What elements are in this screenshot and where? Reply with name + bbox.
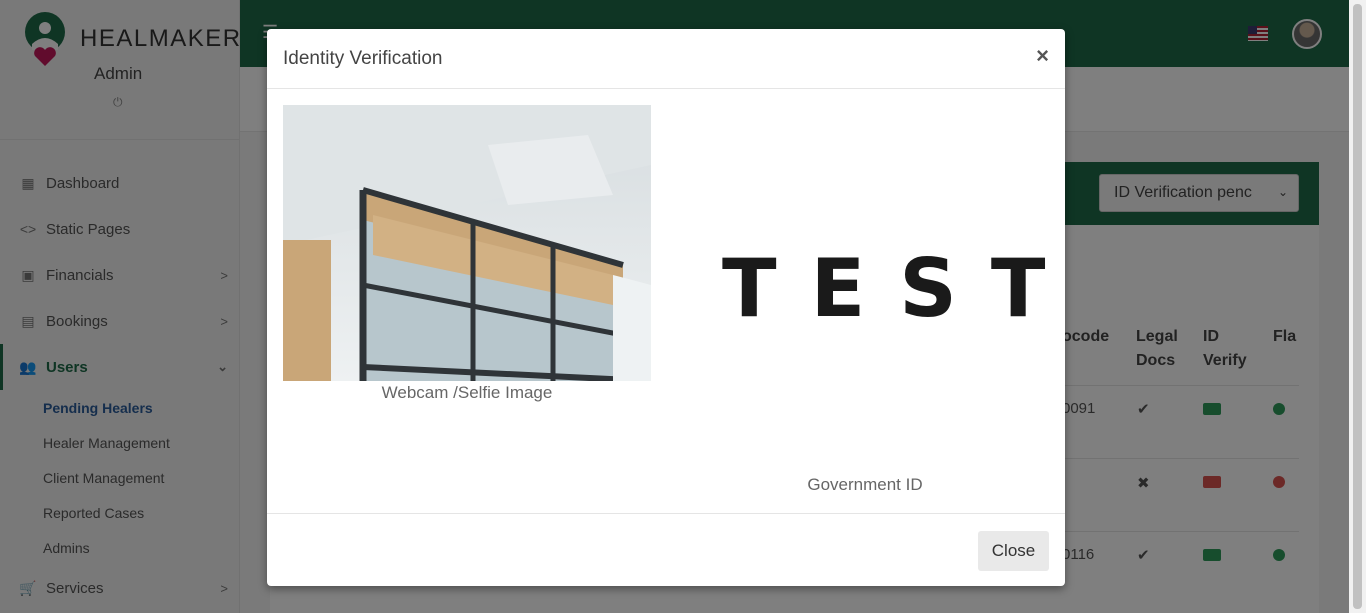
close-button[interactable]: Close [978, 531, 1049, 571]
scrollbar-thumb[interactable] [1353, 4, 1362, 609]
government-id-text: TEST [722, 242, 1080, 335]
government-id-caption: Government ID [807, 475, 923, 494]
page-scrollbar[interactable] [1349, 0, 1366, 613]
selfie-caption: Webcam /Selfie Image [381, 383, 553, 402]
modal-title: Identity Verification [283, 48, 443, 69]
identity-verification-modal: Identity Verification × Webcam /Selfie I… [267, 29, 1065, 586]
selfie-image[interactable] [283, 105, 651, 381]
modal-body: Webcam /Selfie Image TEST Government ID [267, 89, 1065, 514]
modal-footer: Close [267, 513, 1065, 586]
government-id-image[interactable]: TEST [692, 239, 1080, 339]
modal-header: Identity Verification × [267, 29, 1065, 89]
close-icon[interactable]: × [1036, 45, 1049, 67]
selfie-photo [283, 105, 651, 381]
